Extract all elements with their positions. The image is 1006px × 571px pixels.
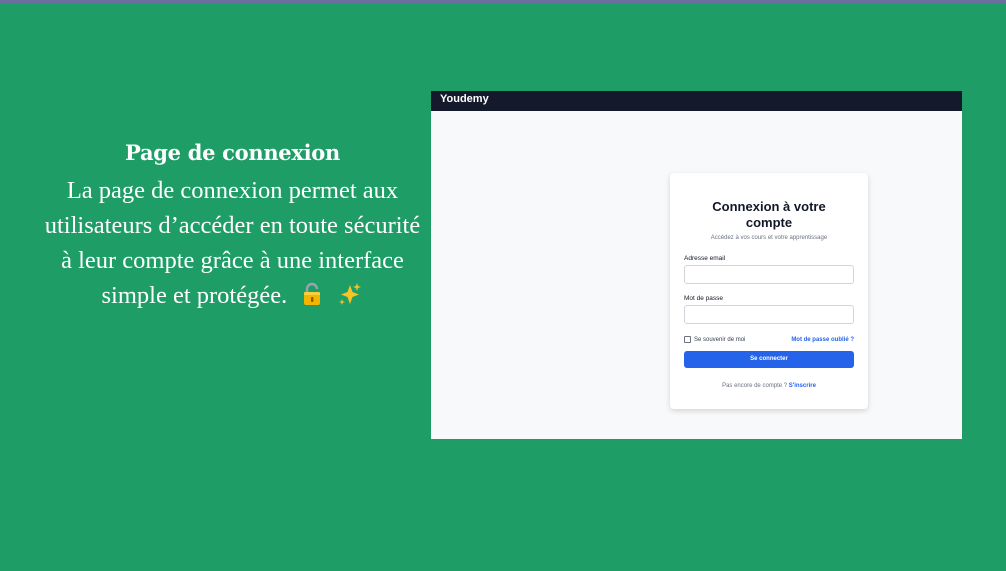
password-label: Mot de passe <box>684 295 724 302</box>
remember-checkbox[interactable] <box>684 336 691 343</box>
email-field[interactable] <box>684 265 854 284</box>
signup-prompt-text: Pas encore de compte ? <box>722 383 788 389</box>
signup-prompt: Pas encore de compte ? S'inscrire <box>684 383 854 389</box>
signup-link[interactable]: S'inscrire <box>789 383 816 389</box>
login-button[interactable]: Se connecter <box>684 351 854 368</box>
forgot-password-link[interactable]: Mot de passe oublié ? <box>791 337 854 343</box>
login-title: Connexion à votre compte <box>712 199 826 230</box>
remember-me[interactable]: Se souvenir de moi <box>684 336 745 343</box>
login-subtitle: Accédez à vos cours et votre apprentissa… <box>710 235 828 241</box>
sparkles-icon <box>337 281 363 307</box>
slide-body-text: La page de connexion permet aux utilisat… <box>44 177 421 309</box>
top-border <box>0 0 1006 3</box>
password-field[interactable] <box>684 305 854 324</box>
login-screenshot: Youdemy Connexion à votre compte Accédez… <box>431 91 962 439</box>
email-label: Adresse email <box>684 255 726 262</box>
brand-logo[interactable]: Youdemy <box>440 93 489 105</box>
options-row: Se souvenir de moi Mot de passe oublié ? <box>684 336 854 343</box>
slide-body: La page de connexion permet aux utilisat… <box>40 173 425 313</box>
slide-caption: Page de connexion La page de connexion p… <box>40 140 425 313</box>
lock-icon <box>299 281 325 307</box>
login-card: Connexion à votre compte Accédez à vos c… <box>670 173 868 409</box>
remember-label: Se souvenir de moi <box>694 336 746 343</box>
slide-title: Page de connexion <box>125 140 340 165</box>
navbar: Youdemy <box>431 91 962 111</box>
